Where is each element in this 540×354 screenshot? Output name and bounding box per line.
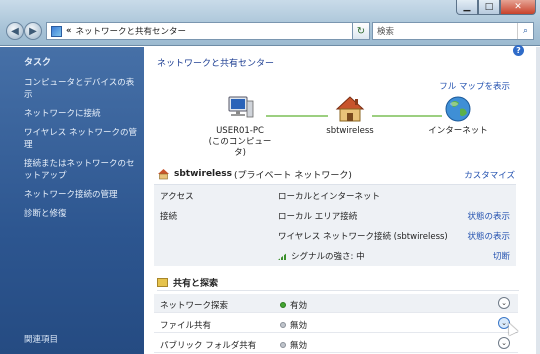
network-header: sbtwireless (プライベート ネットワーク) カスタマイズ <box>157 165 527 183</box>
status-text: 有効 <box>290 301 308 311</box>
refresh-button[interactable]: ↻ <box>352 22 370 40</box>
status-off-icon <box>280 342 286 348</box>
task-manage-connections[interactable]: ネットワーク接続の管理 <box>24 189 138 201</box>
computer-node[interactable]: USER01-PC (このコンピュータ) <box>208 95 272 159</box>
sharing-header: 共有と探索 <box>157 275 519 291</box>
main-content: ? ネットワークと共有センター フル マップを表示 USER01-PC (このコ… <box>144 45 540 354</box>
sharing-row-name: パブリック フォルダ共有 <box>160 341 257 351</box>
globe-icon <box>445 96 471 122</box>
status-on-icon <box>280 302 286 308</box>
maximize-button[interactable]: □ <box>478 0 500 15</box>
sharing-row-status: 有効 <box>280 299 307 311</box>
status-off-icon <box>280 322 286 328</box>
view-full-map-link[interactable]: フル マップを表示 <box>439 80 510 92</box>
sharing-icon <box>157 278 168 287</box>
help-icon[interactable]: ? <box>513 45 524 56</box>
connection-lan: ローカル エリア接続 <box>278 212 358 222</box>
view-status-link[interactable]: 状態の表示 <box>467 210 510 222</box>
disconnect-link[interactable]: 切断 <box>493 250 510 262</box>
connection-row-2: ワイヤレス ネットワーク接続 (sbtwireless) 状態の表示 <box>154 225 516 245</box>
back-button[interactable]: ◀ <box>6 22 24 40</box>
sharing-row-name: ネットワーク探索 <box>160 301 229 311</box>
sharing-row-file[interactable]: ファイル共有 無効 ⌄ <box>154 314 518 333</box>
sharing-title: 共有と探索 <box>173 279 219 289</box>
connection-wireless: ワイヤレス ネットワーク接続 (sbtwireless) <box>278 232 448 242</box>
sharing-row-public[interactable]: パブリック フォルダ共有 無効 ⌄ <box>154 334 518 353</box>
map-link-line <box>266 115 328 117</box>
address-bar[interactable]: « ネットワークと共有センター ▼ <box>46 22 366 40</box>
signal-row: シグナルの強さ: 中 切断 <box>154 245 516 265</box>
connection-row-1: 接続 ローカル エリア接続 状態の表示 <box>154 205 516 225</box>
network-details: アクセス ローカルとインターネット 接続 ローカル エリア接続 状態の表示 ワイ… <box>154 184 516 266</box>
task-pane: タスク コンピュータとデバイスの表示 ネットワークに接続 ワイヤレス ネットワー… <box>0 47 144 354</box>
sharing-row-name: ファイル共有 <box>160 321 212 331</box>
network-name: sbtwireless <box>174 169 232 179</box>
status-text: 無効 <box>290 341 308 351</box>
page-title: ネットワークと共有センター <box>157 59 275 69</box>
search-placeholder: 検索 <box>377 27 395 37</box>
computer-icon <box>228 96 254 118</box>
computer-subtitle: (このコンピュータ) <box>208 137 272 158</box>
tasks-heading: タスク <box>24 58 52 68</box>
window-controls: ▁ □ ✕ <box>456 0 536 15</box>
expand-button[interactable]: ⌄ <box>498 297 510 309</box>
connection-label: 接続 <box>160 212 178 222</box>
address-text[interactable]: ネットワークと共有センター <box>76 25 187 37</box>
search-input[interactable]: 検索 ⌕ <box>372 22 534 40</box>
task-manage-wireless[interactable]: ワイヤレス ネットワークの管理 <box>24 127 138 151</box>
address-separator[interactable]: « <box>66 26 72 36</box>
access-row: アクセス ローカルとインターネット <box>154 185 516 205</box>
task-setup-connection[interactable]: 接続またはネットワークのセットアップ <box>24 158 138 182</box>
sharing-row-status: 無効 <box>280 319 307 331</box>
internet-node[interactable]: インターネット <box>426 95 490 137</box>
search-icon[interactable]: ⌕ <box>517 23 533 39</box>
internet-label: インターネット <box>428 126 488 136</box>
back-arrow-icon: ◀ <box>11 25 19 37</box>
view-status-link[interactable]: 状態の表示 <box>467 230 510 242</box>
forward-button[interactable]: ▶ <box>24 22 42 40</box>
access-label: アクセス <box>160 192 194 202</box>
signal-icon <box>278 252 288 260</box>
signal-text: シグナルの強さ: 中 <box>291 252 365 262</box>
refresh-icon: ↻ <box>356 25 366 37</box>
minimize-button[interactable]: ▁ <box>456 0 478 15</box>
task-diagnose-repair[interactable]: 診断と修復 <box>24 208 138 220</box>
title-bar: ▁ □ ✕ ◀ ▶ « ネットワークと共有センター ▼ 検索 ⌕ <box>0 0 540 46</box>
router-node[interactable]: sbtwireless <box>320 95 380 137</box>
scrollbar[interactable] <box>536 47 540 354</box>
status-text: 無効 <box>290 321 308 331</box>
sharing-row-discovery[interactable]: ネットワーク探索 有効 ⌄ <box>154 294 518 313</box>
network-center-icon <box>51 25 62 37</box>
task-connect-network[interactable]: ネットワークに接続 <box>24 108 138 120</box>
network-type: (プライベート ネットワーク) <box>233 170 352 181</box>
forward-arrow-icon: ▶ <box>29 25 37 37</box>
router-name: sbtwireless <box>326 126 374 136</box>
task-view-computers[interactable]: コンピュータとデバイスの表示 <box>24 77 138 101</box>
close-button[interactable]: ✕ <box>500 0 536 15</box>
sharing-row-status: 無効 <box>280 339 307 351</box>
expand-button[interactable]: ⌄ <box>498 337 510 349</box>
house-icon <box>158 169 169 180</box>
signal-strength: シグナルの強さ: 中 <box>278 250 365 262</box>
computer-name: USER01-PC <box>216 126 264 136</box>
related-heading: 関連項目 <box>24 335 59 345</box>
access-value: ローカルとインターネット <box>278 192 381 202</box>
house-icon <box>335 96 365 122</box>
customize-link[interactable]: カスタマイズ <box>464 169 515 181</box>
